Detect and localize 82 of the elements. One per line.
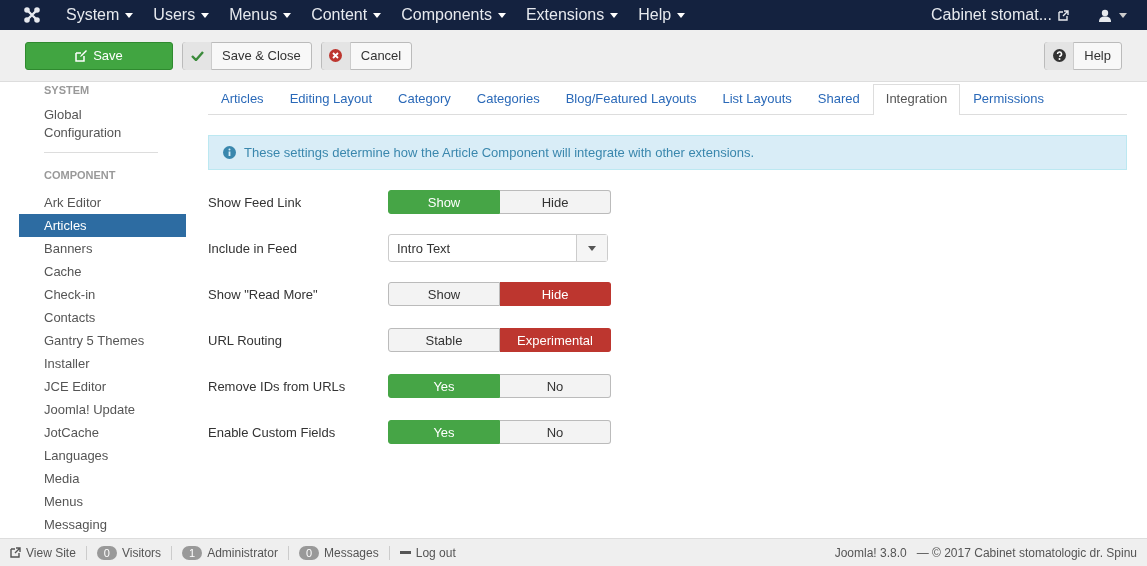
caret-icon [125,12,134,18]
toggle-option[interactable]: Hide [500,190,611,214]
external-link-icon [1058,9,1069,21]
tab[interactable]: List Layouts [709,84,805,114]
sidebar-item[interactable]: Cache [19,260,186,283]
toggle-option[interactable]: No [500,374,611,398]
field-label: Remove IDs from URLs [208,378,347,394]
field-label: Enable Custom Fields [208,424,337,440]
counter-label: Messages [324,545,379,560]
save-close-button[interactable]: Save & Close [182,41,312,70]
tab[interactable]: Category [385,84,464,114]
cancel-icon [329,49,343,62]
sidebar-item[interactable]: Global Configuration [19,102,186,152]
field-label: Include in Feed [208,240,298,256]
edit-icon [75,49,88,62]
count-badge: 0 [298,545,319,560]
count-badge: 1 [182,545,203,560]
toggle-option[interactable]: Experimental [500,328,611,352]
menu-item[interactable]: Extensions [515,0,629,30]
caret-icon [283,12,292,18]
logout-link[interactable]: Log out [399,545,456,560]
caret-icon [677,12,686,18]
cancel-button[interactable]: Cancel [320,41,413,70]
sidebar-item[interactable]: Gantry 5 Themes [19,329,186,352]
tab[interactable]: Editing Layout [276,84,386,114]
version-text: Joomla! 3.8.0 [834,545,907,560]
caret-icon [588,245,596,251]
joomla-logo[interactable] [24,7,40,23]
caret-icon [1119,12,1127,18]
tab[interactable]: Integration [872,84,961,115]
caret-icon [373,12,382,18]
sidebar-heading: SYSTEM [43,83,91,98]
sidebar-item[interactable]: Check-in [19,283,186,306]
user-icon [1099,8,1111,22]
sidebar-item[interactable]: Banners [19,237,186,260]
counter-label: Administrator [207,545,278,560]
field-label: Show "Read More" [208,286,319,302]
external-link-icon [10,547,21,558]
caret-icon [610,12,619,18]
copyright-text: — © 2017 Cabinet stomatologic dr. Spinu [916,545,1137,560]
sidebar-item[interactable]: Ark Editor [19,191,186,214]
sidebar-item[interactable]: Menus [19,490,186,513]
toggle-option[interactable]: Stable [388,328,500,352]
tab[interactable]: Shared [804,84,873,114]
toggle-option[interactable]: Hide [500,282,611,306]
sidebar-item[interactable]: JotCache [19,421,186,444]
menu-item[interactable]: Help [628,0,696,30]
sidebar-item[interactable]: Installer [19,352,186,375]
minus-icon [399,551,411,554]
site-link[interactable]: Cabinet stomat... [931,6,1069,24]
menu-item[interactable]: Content [301,0,392,30]
menu-item[interactable]: Components [391,0,516,30]
check-icon [190,50,204,61]
toggle-option[interactable]: Show [388,282,500,306]
menu-item[interactable]: Users [143,0,220,30]
field-label: Show Feed Link [208,194,303,210]
sidebar-heading: COMPONENT [43,168,117,183]
info-icon [223,146,236,159]
view-site-link[interactable]: View Site [10,545,76,560]
sidebar-item[interactable]: Joomla! Update [19,398,186,421]
tab[interactable]: Permissions [960,84,1057,114]
select-field[interactable]: Intro Text [388,234,608,262]
tab[interactable]: Categories [463,84,553,114]
caret-icon [201,12,210,18]
sidebar-item[interactable]: Media [19,467,186,490]
sidebar-item[interactable]: Contacts [19,306,186,329]
sidebar-item[interactable]: JCE Editor [19,375,186,398]
field-label: URL Routing [208,332,283,348]
info-text: These settings determine how the Article Component will integrate with other extensions. [244,145,755,160]
count-badge: 0 [96,545,117,560]
help-button[interactable]: Help [1044,41,1122,70]
tab[interactable]: Blog/Featured Layouts [552,84,710,114]
menu-item[interactable]: System [56,0,144,30]
counter-label: Visitors [121,545,162,560]
toggle-option[interactable]: No [500,420,611,444]
help-icon [1052,49,1066,62]
caret-icon [497,12,506,18]
sidebar-item[interactable]: Languages [19,444,186,467]
sidebar-item[interactable]: Articles [19,214,186,237]
menu-item[interactable]: Menus [219,0,302,30]
tab[interactable]: Articles [208,84,277,114]
sidebar-item[interactable]: Messaging [19,513,186,536]
